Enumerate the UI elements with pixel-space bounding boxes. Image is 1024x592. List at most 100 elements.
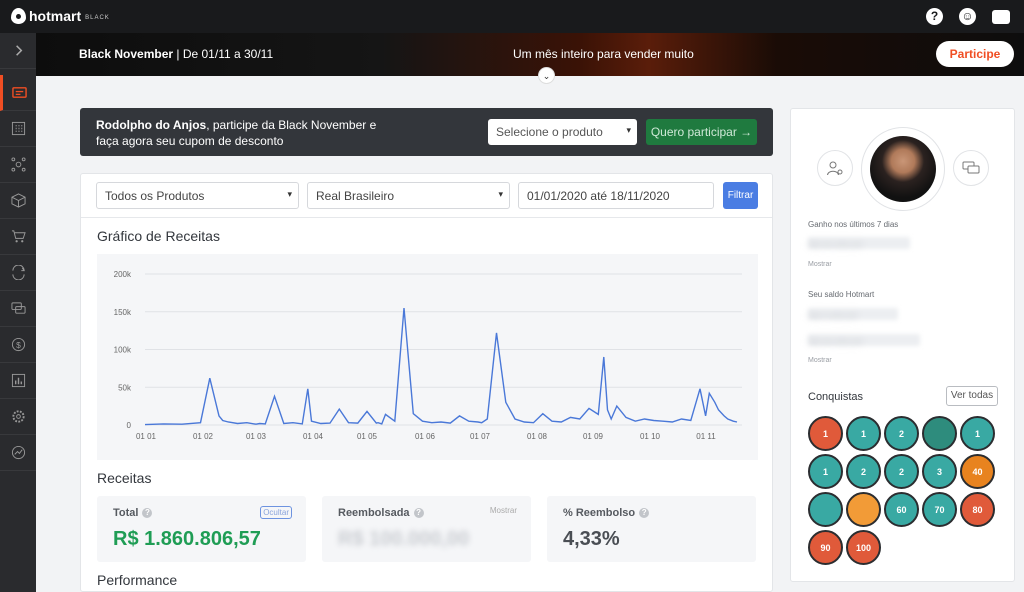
x-tick-label: 01 08 [527,432,548,441]
stat-refund-percent-label: % Reembolso [563,507,636,519]
promo-card: Rodolpho do Anjos, participe da Black No… [80,108,773,156]
achievement-badge[interactable] [808,492,843,527]
user-gear-icon [827,161,843,176]
help-icon[interactable]: ? [142,508,153,519]
refresh-icon [11,265,25,280]
filter-button[interactable]: Filtrar [723,182,758,209]
chat-icon [10,302,26,314]
sidebar-expand-button[interactable] [0,33,36,69]
top-bar: hotmart BLACK ? ☺ [0,0,1024,33]
earnings-value: R$ 00.000,00 [808,237,910,250]
community-icon[interactable]: ☺ [959,8,976,25]
y-tick-label: 150k [114,308,132,317]
hotmart-logo[interactable]: hotmart BLACK [11,8,110,24]
x-tick-label: 01 09 [583,432,604,441]
help-icon[interactable]: ? [413,508,424,519]
achievement-badge[interactable]: 2 [884,416,919,451]
achievement-badge[interactable]: 100 [846,530,881,565]
avatar[interactable] [861,127,945,211]
sidebar: $ [0,33,36,592]
sidebar-item-dashboard[interactable] [0,75,36,111]
sidebar-item-messages[interactable] [0,291,36,327]
hide-total-button[interactable]: Ocultar [260,506,292,519]
achievement-badge[interactable] [846,492,881,527]
profile-panel: Ganho nos últimos 7 dias R$ 00.000,00 Mo… [790,108,1015,582]
revenue-chart: 0 50k 100k 150k 200k 01 01 01 02 01 03 01 04 01 0… [97,254,758,460]
stat-refunded-label: Reembolsada [338,507,410,519]
show-refunded-button[interactable]: Mostrar [490,506,517,515]
sidebar-item-subscriptions[interactable] [0,255,36,291]
grid-icon [11,121,25,136]
help-icon[interactable]: ? [639,508,650,519]
balance-value-secondary: R$ 00.000,00 [808,334,920,347]
sidebar-item-settings[interactable] [0,399,36,435]
help-icon[interactable]: ? [926,8,943,25]
currency-select[interactable]: Real Brasileiro [307,182,510,209]
black-november-banner: Black November | De 01/11 a 30/11 Um mês… [36,33,1024,84]
achievements-title: Conquistas [808,391,864,403]
achievement-badge[interactable]: 40 [960,454,995,489]
promo-user-name: Rodolpho do Anjos [96,118,207,132]
achievement-badge[interactable]: 3 [922,454,957,489]
achievement-badge[interactable]: 80 [960,492,995,527]
chat-icon [962,161,980,174]
cart-icon [11,230,26,243]
chevron-down-icon[interactable]: ⌄ [538,67,555,84]
y-tick-label: 100k [114,346,132,355]
participe-button[interactable]: Participe [936,41,1014,67]
filters-bar: Todos os Produtos Real Brasileiro 01/01/… [81,174,772,218]
x-tick-label: 01 11 [696,432,716,441]
achievement-badge[interactable]: 1 [808,454,843,489]
achievement-badge[interactable]: 60 [884,492,919,527]
x-tick-label: 01 06 [415,432,436,441]
balance-value: R$ 0.000,00 [808,308,898,321]
sidebar-item-analytics[interactable] [0,435,36,471]
balance-label: Seu saldo Hotmart [808,290,875,299]
chat-icon[interactable] [992,10,1010,24]
messages-button[interactable] [953,150,989,186]
stat-refund-percent: % Reembolso? 4,33% [547,496,756,562]
show-balance-button[interactable]: Mostrar [808,357,832,364]
x-tick-label: 01 04 [303,432,324,441]
bar-chart-icon [11,373,25,388]
see-all-button[interactable]: Ver todas [946,386,998,406]
sidebar-item-products[interactable] [0,111,36,147]
banner-title: Black November [79,47,174,61]
dollar-icon: $ [11,337,25,352]
earnings-label: Ganho nos últimos 7 dias [808,220,899,229]
sidebar-item-sales[interactable] [0,219,36,255]
achievement-badge[interactable]: 90 [808,530,843,565]
stat-total: Total? Ocultar R$ 1.860.806,57 [97,496,306,562]
date-range-input[interactable]: 01/01/2020 até 18/11/2020 [518,182,714,209]
trend-icon [11,445,25,460]
dashboard-icon [12,87,27,98]
profile-settings-button[interactable] [817,150,853,186]
x-tick-label: 01 03 [246,432,267,441]
stat-total-value: R$ 1.860.806,57 [113,528,261,550]
achievement-badge[interactable]: 1 [960,416,995,451]
achievement-badge[interactable] [922,416,957,451]
x-tick-label: 01 05 [357,432,378,441]
show-earnings-button[interactable]: Mostrar [808,261,832,268]
sidebar-item-box[interactable] [0,183,36,219]
y-tick-label: 0 [127,421,132,430]
x-tick-label: 01 02 [193,432,214,441]
stat-refunded: Reembolsada? Mostrar R$ 100.000,00 [322,496,531,562]
product-filter-select[interactable]: Todos os Produtos [96,182,299,209]
sidebar-item-finance[interactable]: $ [0,327,36,363]
achievement-badge[interactable]: 1 [808,416,843,451]
brand-sub: BLACK [85,14,110,21]
achievement-badge[interactable]: 2 [884,454,919,489]
revenue-chart-svg: 0 50k 100k 150k 200k 01 01 01 02 01 03 01 04 01 0… [114,270,742,441]
achievement-badge[interactable]: 70 [922,492,957,527]
x-tick-label: 01 10 [640,432,661,441]
sidebar-item-reports[interactable] [0,363,36,399]
achievement-badge[interactable]: 1 [846,416,881,451]
stat-refund-percent-value: 4,33% [563,528,620,550]
achievement-badge[interactable]: 2 [846,454,881,489]
quero-participar-button[interactable]: Quero participar → [646,119,757,145]
x-tick-label: 01 01 [136,432,157,441]
sidebar-item-affiliates[interactable] [0,147,36,183]
product-select[interactable]: Selecione o produto [488,119,637,145]
svg-text:$: $ [16,340,21,350]
